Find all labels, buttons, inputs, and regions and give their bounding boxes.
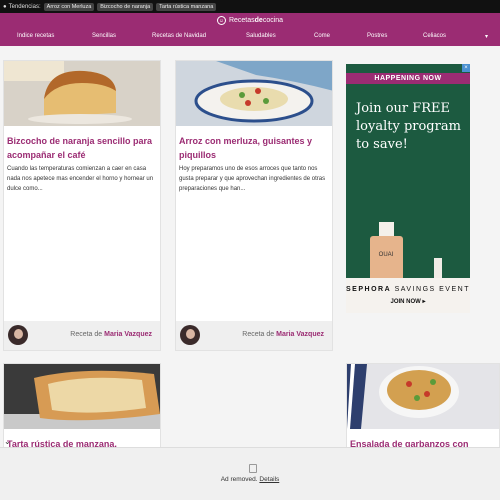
chevron-down-icon[interactable]: ⌄ bbox=[4, 437, 20, 447]
author-link[interactable]: Maria Vazquez bbox=[104, 331, 152, 338]
recipe-image[interactable] bbox=[4, 61, 160, 126]
recipe-description: Hoy preparamos uno de esos arroces que t… bbox=[179, 166, 326, 192]
ad-banner: HAPPENING NOW bbox=[346, 73, 470, 84]
recipe-footer: Receta de Maria Vazquez bbox=[4, 321, 160, 350]
nav-item-come[interactable]: Come bbox=[314, 33, 330, 39]
ad-removed-message: Ad removed. Details bbox=[220, 476, 280, 483]
site-header: ☺ Recetasdecocina Indice recetas Sencill… bbox=[0, 13, 500, 46]
svg-text:OUAI: OUAI bbox=[379, 252, 394, 258]
recipe-image[interactable] bbox=[176, 61, 332, 126]
trending-bar: ● Tendencias: Arroz con Merluza Bizcocho… bbox=[0, 0, 500, 13]
avatar bbox=[8, 325, 28, 345]
flame-icon: ● bbox=[3, 3, 7, 10]
recipe-card[interactable]: Bizcocho de naranja sencillo para acompa… bbox=[3, 60, 161, 351]
ad-headline: Join our FREE loyalty program to save! bbox=[356, 101, 461, 152]
recipe-card[interactable]: Arroz con merluza, guisantes y piquillos… bbox=[175, 60, 333, 351]
ad-choices-icon[interactable]: × bbox=[462, 64, 470, 72]
chef-icon: ☺ bbox=[216, 16, 226, 25]
recipe-title[interactable]: Bizcocho de naranja sencillo para acompa… bbox=[7, 134, 154, 162]
document-icon bbox=[249, 464, 257, 473]
trending-chip[interactable]: Arroz con Merluza bbox=[43, 2, 95, 11]
recipe-image[interactable] bbox=[347, 364, 499, 429]
ad-brand: SEPHORA SAVINGS EVENT bbox=[346, 286, 470, 293]
trending-label: ● Tendencias: bbox=[3, 3, 41, 10]
recipe-image[interactable] bbox=[4, 364, 160, 429]
recipe-footer: Receta de Maria Vazquez bbox=[176, 321, 332, 350]
nav-item-postres[interactable]: Postres bbox=[367, 33, 387, 39]
ad-removed-bar: Ad removed. Details bbox=[0, 447, 500, 500]
author-link[interactable]: Maria Vazquez bbox=[276, 331, 324, 338]
recipe-description: Cuando las temperaturas comienzan a caer… bbox=[7, 166, 154, 192]
ad-footer bbox=[346, 278, 470, 313]
nav-item-saludables[interactable]: Saludables bbox=[246, 33, 276, 39]
nav-item-celiacos[interactable]: Celiacos bbox=[423, 33, 446, 39]
advertisement[interactable]: × HAPPENING NOW Join our FREE loyalty pr… bbox=[346, 64, 470, 313]
recipe-card[interactable]: Tarta rústica de manzana, bbox=[3, 363, 161, 453]
recipe-byline: Receta de Maria Vazquez bbox=[242, 331, 324, 338]
ad-cta-button[interactable]: JOIN NOW ▸ bbox=[346, 298, 470, 305]
recipe-byline: Receta de Maria Vazquez bbox=[70, 331, 152, 338]
nav-item-sencillas[interactable]: Sencillas bbox=[92, 33, 116, 39]
site-logo[interactable]: ☺ Recetasdecocina bbox=[0, 16, 500, 25]
chevron-down-icon[interactable]: ▾ bbox=[485, 33, 488, 40]
avatar bbox=[180, 325, 200, 345]
trending-chip[interactable]: Tarta rústica manzana bbox=[156, 2, 217, 11]
trending-chip[interactable]: Bizcocho de naranja bbox=[97, 2, 154, 11]
recipe-title[interactable]: Arroz con merluza, guisantes y piquillos bbox=[179, 134, 326, 162]
nav-item-indice[interactable]: Indice recetas bbox=[17, 33, 54, 39]
nav-item-navidad[interactable]: Recetas de Navidad bbox=[152, 33, 206, 39]
details-link[interactable]: Details bbox=[259, 476, 279, 483]
recipe-card[interactable]: Ensalada de garbanzos con bbox=[346, 363, 500, 453]
